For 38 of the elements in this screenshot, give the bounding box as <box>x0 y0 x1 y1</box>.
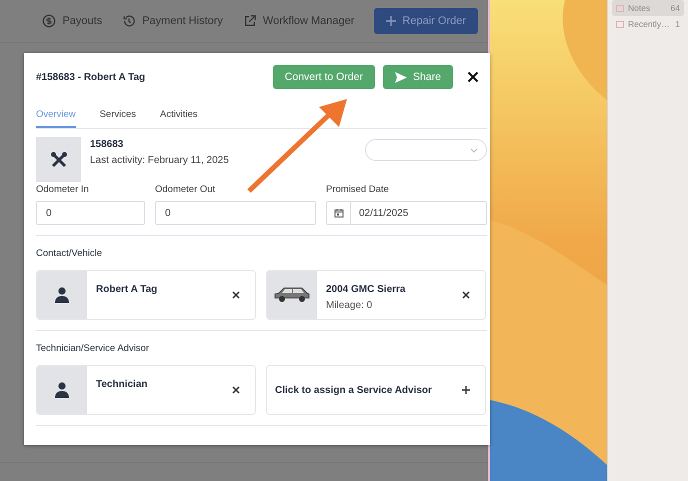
odometer-field[interactable]: 0 <box>155 201 316 225</box>
field-label: Promised Date <box>326 184 390 195</box>
field-label: Odometer Out <box>155 184 216 195</box>
external-link-icon <box>242 14 257 28</box>
chevron-down-icon <box>470 148 478 152</box>
tab[interactable]: Services <box>100 103 136 128</box>
assign-card[interactable]: Click to assign a Service Advisor <box>266 365 486 415</box>
contact-card[interactable]: Robert A Tag <box>36 270 256 320</box>
history-icon <box>122 14 136 28</box>
suv-icon <box>273 286 311 304</box>
close-icon[interactable] <box>461 290 471 300</box>
assign-label: Click to assign a Service Advisor <box>275 384 432 396</box>
dollar-icon <box>42 14 56 28</box>
contact-card[interactable]: Technician <box>36 365 256 415</box>
card-subtitle: Mileage: 0 <box>326 300 374 311</box>
tools-icon <box>50 150 68 168</box>
close-icon[interactable] <box>231 290 241 300</box>
record-number: 158683 <box>90 139 124 150</box>
vehicle-card[interactable]: 2004 GMC Sierra Mileage: 0 <box>266 270 486 320</box>
send-icon <box>394 72 407 82</box>
person-icon <box>55 382 69 398</box>
plus-icon <box>386 16 396 26</box>
plus-icon[interactable] <box>461 385 471 395</box>
card-name: Technician <box>96 379 148 390</box>
tab[interactable]: Activities <box>160 103 198 128</box>
person-icon <box>55 287 69 303</box>
card-name: 2004 GMC Sierra <box>326 284 406 295</box>
date-field[interactable]: 02/11/2025 <box>326 201 487 225</box>
section-title: Technician/Service Advisor <box>36 343 150 354</box>
close-icon[interactable] <box>467 71 479 83</box>
odometer-field[interactable]: 0 <box>36 201 145 225</box>
close-icon[interactable] <box>231 385 241 395</box>
last-activity: Last activity: February 11, 2025 <box>90 155 230 166</box>
section-title: Contact/Vehicle <box>36 248 104 259</box>
card-name: Robert A Tag <box>96 284 158 295</box>
field-label: Odometer In <box>36 184 90 195</box>
calendar-icon <box>334 208 344 218</box>
dialog-title: #158683 - Robert A Tag <box>36 72 146 82</box>
